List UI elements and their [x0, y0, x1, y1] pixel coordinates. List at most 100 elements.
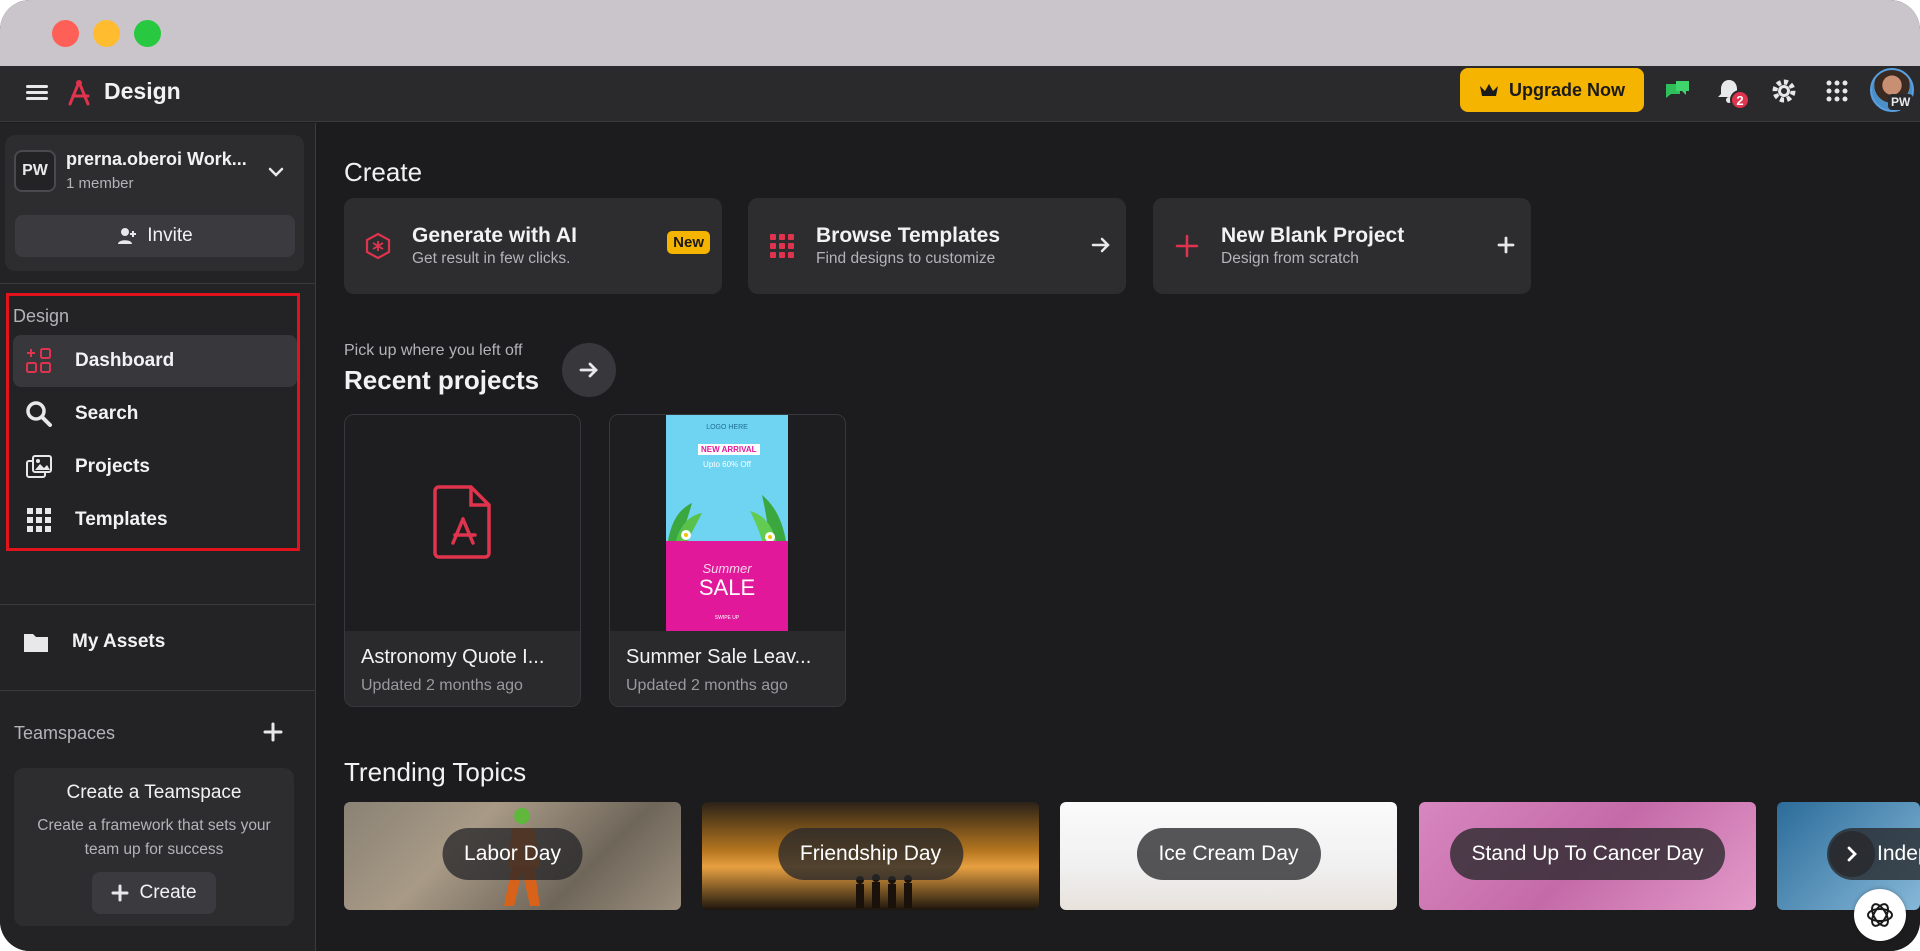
- sidebar-item-label: My Assets: [72, 631, 166, 652]
- maximize-window-button[interactable]: [134, 20, 161, 47]
- project-info: Summer Sale Leav... Updated 2 months ago: [610, 631, 845, 706]
- dashboard-icon: [26, 348, 51, 373]
- sidebar-item-label: Templates: [75, 509, 168, 530]
- sidebar-item-dashboard[interactable]: Dashboard: [13, 335, 297, 387]
- topic-label: Labor Day: [442, 828, 583, 880]
- apps-grid-icon[interactable]: [1822, 76, 1852, 106]
- sidebar-item-label: Dashboard: [75, 350, 175, 371]
- create-teamspace-button[interactable]: Create: [92, 872, 216, 914]
- topic-label: Stand Up To Cancer Day: [1449, 828, 1726, 880]
- plus-icon: [1497, 236, 1515, 254]
- poster-summer: Summer: [702, 561, 752, 576]
- app-title: Design: [104, 78, 181, 104]
- chevron-down-icon[interactable]: [267, 163, 285, 181]
- sidebar-divider: [0, 604, 316, 605]
- plus-icon: [1175, 234, 1199, 258]
- project-thumbnail: [345, 415, 580, 631]
- workspace-card: PW prerna.oberoi Work... 1 member Invite: [5, 135, 304, 271]
- avatar-initials: PW: [1888, 94, 1914, 110]
- arrow-right-icon: [1091, 237, 1110, 253]
- invite-button[interactable]: Invite: [15, 215, 295, 257]
- crown-icon: [1479, 84, 1498, 96]
- templates-grid-icon: [770, 234, 794, 258]
- leaves-illustration: [668, 495, 786, 541]
- card-subtitle: Find designs to customize: [816, 250, 996, 267]
- poster-swipe-up: SWIPE UP: [714, 615, 740, 621]
- project-thumbnail: LOGO HERE NEW ARRIVAL Upto 60% Off Summe…: [610, 415, 845, 631]
- poster-new-arrival: NEW ARRIVAL: [698, 444, 760, 455]
- sidebar-item-projects[interactable]: Projects: [13, 441, 297, 493]
- window-titlebar: [0, 0, 1920, 66]
- create-label: Create: [139, 882, 197, 903]
- section-label-design: Design: [13, 306, 70, 326]
- summer-sale-poster: LOGO HERE NEW ARRIVAL Upto 60% Off Summe…: [666, 415, 788, 631]
- new-badge: New: [667, 231, 710, 254]
- card-title: Browse Templates: [816, 224, 1001, 247]
- main-content: Create Generate with AI Get result in fe…: [317, 123, 1920, 951]
- feedback-chat-icon[interactable]: [1662, 76, 1692, 106]
- assistant-fab-button[interactable]: [1854, 889, 1906, 941]
- notification-count-badge: 2: [1730, 90, 1750, 110]
- project-updated: Updated 2 months ago: [361, 677, 523, 694]
- pickup-label: Pick up where you left off: [344, 342, 523, 359]
- create-teamspace-card: Create a Teamspace Create a framework th…: [14, 768, 294, 926]
- recent-projects-heading: Recent projects: [344, 365, 540, 395]
- poster-top: LOGO HERE NEW ARRIVAL Upto 60% Off: [666, 415, 788, 541]
- folder-icon: [24, 634, 48, 652]
- topic-card-labor-day[interactable]: Labor Day: [344, 802, 681, 910]
- openai-logo-icon: [1867, 903, 1893, 927]
- topic-label: Ice Cream Day: [1136, 828, 1321, 880]
- card-title: Generate with AI: [412, 224, 577, 247]
- topic-label: Friendship Day: [777, 828, 964, 880]
- app-window: Design Upgrade Now 2 PW PW prerna.oberoi…: [0, 0, 1920, 951]
- grid-icon: [27, 508, 51, 532]
- workspace-avatar: PW: [14, 150, 56, 192]
- trending-topics-heading: Trending Topics: [344, 757, 527, 787]
- teamspace-card-title: Create a Teamspace: [66, 782, 242, 803]
- poster-sale: SALE: [698, 575, 756, 600]
- poster-discount: Upto 60% Off: [703, 460, 751, 469]
- project-title: Astronomy Quote I...: [361, 646, 545, 668]
- project-card[interactable]: Astronomy Quote I... Updated 2 months ag…: [344, 414, 581, 707]
- chevron-right-icon: [1847, 846, 1857, 862]
- new-blank-project-card[interactable]: New Blank Project Design from scratch: [1153, 198, 1531, 294]
- sidebar-divider: [0, 283, 316, 284]
- design-nav-section: Design Dashboard Search Projects Templat…: [6, 293, 300, 551]
- ai-sparkle-icon: [365, 232, 391, 260]
- close-window-button[interactable]: [52, 20, 79, 47]
- topic-card-friendship-day[interactable]: Friendship Day: [702, 802, 1039, 910]
- workspace-member-count: 1 member: [66, 175, 134, 192]
- design-logo-icon: [68, 80, 90, 106]
- card-subtitle: Get result in few clicks.: [412, 250, 571, 267]
- topic-card-stand-up-to-cancer-day[interactable]: Stand Up To Cancer Day: [1419, 802, 1756, 910]
- workspace-name[interactable]: prerna.oberoi Work...: [66, 149, 247, 170]
- app-header: Design Upgrade Now 2 PW: [0, 66, 1920, 122]
- project-updated: Updated 2 months ago: [626, 677, 788, 694]
- teamspaces-label: Teamspaces: [14, 723, 116, 743]
- sidebar-item-my-assets[interactable]: My Assets: [10, 616, 294, 668]
- project-title: Summer Sale Leav...: [626, 646, 812, 668]
- invite-label: Invite: [147, 225, 193, 246]
- settings-gear-icon[interactable]: [1769, 76, 1799, 106]
- search-icon: [26, 401, 52, 427]
- topic-card-ice-cream-day[interactable]: Ice Cream Day: [1060, 802, 1397, 910]
- create-heading: Create: [344, 157, 423, 187]
- upgrade-label: Upgrade Now: [1508, 79, 1625, 100]
- project-card[interactable]: LOGO HERE NEW ARRIVAL Upto 60% Off Summe…: [609, 414, 846, 707]
- upgrade-now-button[interactable]: Upgrade Now: [1460, 68, 1644, 112]
- view-all-projects-button[interactable]: [562, 343, 616, 397]
- plus-icon: [111, 884, 129, 902]
- generate-with-ai-card[interactable]: Generate with AI Get result in few click…: [344, 198, 722, 294]
- menu-icon[interactable]: [26, 82, 48, 106]
- trending-next-button[interactable]: [1829, 831, 1875, 877]
- sidebar-item-search[interactable]: Search: [13, 388, 297, 440]
- teamspace-card-description: Create a framework that sets your team u…: [37, 817, 271, 858]
- design-file-icon: [433, 485, 491, 559]
- sidebar-item-templates[interactable]: Templates: [13, 494, 297, 546]
- sidebar-item-label: Projects: [75, 456, 150, 477]
- browse-templates-card[interactable]: Browse Templates Find designs to customi…: [748, 198, 1126, 294]
- sidebar-item-label: Search: [75, 403, 139, 424]
- add-teamspace-icon[interactable]: [262, 721, 284, 743]
- arrow-right-icon: [579, 362, 598, 378]
- minimize-window-button[interactable]: [93, 20, 120, 47]
